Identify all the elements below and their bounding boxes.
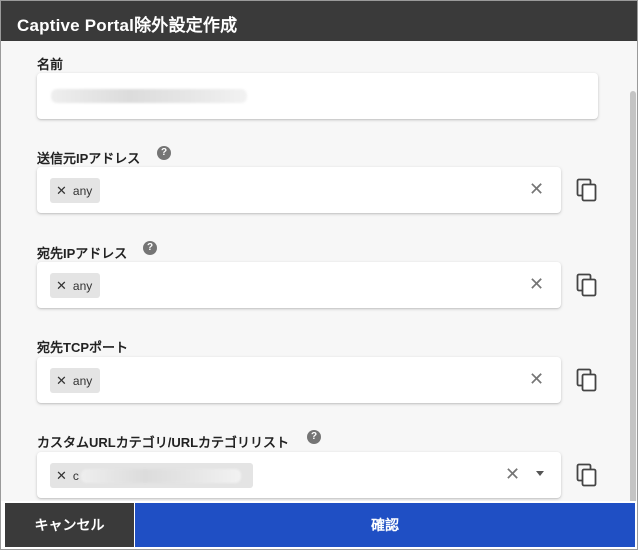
dest-tcp-port-select[interactable]: ✕ any ✕ bbox=[37, 357, 561, 403]
copy-icon[interactable] bbox=[576, 368, 598, 392]
create-exclusion-dialog: Captive Portal除外設定作成 名前 送信元IPアドレス ? ✕ an… bbox=[0, 0, 638, 550]
chip-remove-icon[interactable]: ✕ bbox=[56, 278, 67, 294]
copy-icon[interactable] bbox=[576, 463, 598, 487]
chip-url-category: ✕ c bbox=[50, 463, 253, 488]
clear-icon[interactable]: ✕ bbox=[529, 179, 544, 199]
help-icon[interactable]: ? bbox=[157, 146, 171, 160]
url-category-select[interactable]: ✕ c ✕ bbox=[37, 452, 561, 498]
copy-icon[interactable] bbox=[576, 273, 598, 297]
chip-label: any bbox=[72, 278, 93, 293]
source-ip-select[interactable]: ✕ any ✕ bbox=[37, 167, 561, 213]
chip-label: c bbox=[72, 468, 79, 483]
dialog-footer: キャンセル 確認 bbox=[1, 501, 637, 549]
scrollbar[interactable] bbox=[630, 91, 636, 501]
chip-any: ✕ any bbox=[50, 178, 101, 203]
chip-label: any bbox=[72, 183, 93, 198]
dialog-body: 名前 送信元IPアドレス ? ✕ any ✕ 宛先IPアドレス ? ✕ any … bbox=[1, 41, 637, 501]
clear-icon[interactable]: ✕ bbox=[529, 369, 544, 389]
name-label: 名前 bbox=[37, 57, 64, 72]
copy-icon[interactable] bbox=[576, 178, 598, 202]
url-category-label: カスタムURLカテゴリ/URLカテゴリリスト bbox=[37, 435, 290, 450]
name-input[interactable] bbox=[37, 73, 598, 119]
clear-icon[interactable]: ✕ bbox=[505, 464, 520, 484]
chip-remove-icon[interactable]: ✕ bbox=[56, 373, 67, 389]
chip-any: ✕ any bbox=[50, 273, 101, 298]
source-ip-label: 送信元IPアドレス bbox=[37, 151, 141, 166]
chip-value-redacted bbox=[80, 468, 241, 483]
clear-icon[interactable]: ✕ bbox=[529, 274, 544, 294]
chevron-down-icon[interactable] bbox=[536, 471, 544, 476]
confirm-button[interactable]: 確認 bbox=[135, 503, 635, 547]
help-icon[interactable]: ? bbox=[307, 430, 321, 444]
chip-label: any bbox=[72, 373, 93, 388]
name-value-redacted bbox=[51, 89, 247, 103]
dialog-title: Captive Portal除外設定作成 bbox=[1, 1, 637, 41]
chip-any: ✕ any bbox=[50, 368, 101, 393]
cancel-button[interactable]: キャンセル bbox=[5, 503, 134, 547]
dest-ip-select[interactable]: ✕ any ✕ bbox=[37, 262, 561, 308]
help-icon[interactable]: ? bbox=[143, 241, 157, 255]
chip-remove-icon[interactable]: ✕ bbox=[56, 468, 67, 484]
dest-ip-label: 宛先IPアドレス bbox=[37, 246, 128, 261]
dest-tcp-port-label: 宛先TCPポート bbox=[37, 340, 129, 355]
chip-remove-icon[interactable]: ✕ bbox=[56, 183, 67, 199]
